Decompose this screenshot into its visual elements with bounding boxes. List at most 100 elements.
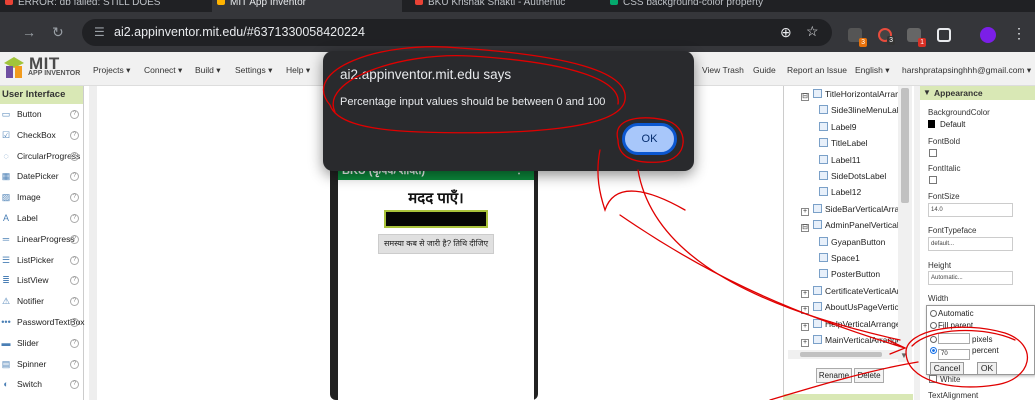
component-tree-item[interactable]: SideDotsLabel <box>819 168 898 184</box>
phone-heading[interactable]: मदद पाएँ। <box>338 188 534 208</box>
palette-item-notifier[interactable]: ⚠ Notifier? <box>0 291 83 312</box>
help-icon[interactable]: ? <box>70 338 79 348</box>
rename-button[interactable]: Rename <box>816 368 852 383</box>
height-input[interactable]: Automatic... <box>928 271 1013 285</box>
help-icon[interactable]: ? <box>70 172 79 182</box>
palette-item-image[interactable]: ▨ Image? <box>0 187 83 208</box>
help-icon[interactable]: ? <box>70 193 79 203</box>
scrollbar-thumb[interactable] <box>901 88 909 203</box>
font-italic-checkbox[interactable] <box>929 176 937 184</box>
help-icon[interactable]: ? <box>70 359 79 369</box>
component-tree-item[interactable]: + SideBarVerticalArrange <box>801 201 898 217</box>
palette-item-checkbox[interactable]: ☑ CheckBox? <box>0 125 83 146</box>
component-tree-item[interactable]: Label12 <box>819 184 898 200</box>
expand-toggle-icon[interactable]: + <box>801 322 809 331</box>
menu-build[interactable]: Build ▾ <box>195 65 221 76</box>
delete-button[interactable]: Delete <box>854 368 884 383</box>
palette-item-passwordtextbox[interactable]: ••• PasswordTextBox? <box>0 312 85 333</box>
browser-tab[interactable]: CSS background-color property <box>605 0 805 12</box>
component-tree-item[interactable]: + HelpVerticalArrangem <box>801 316 898 332</box>
component-tree-item[interactable]: PosterButton <box>819 266 898 282</box>
selected-component-box[interactable] <box>384 210 488 228</box>
palette-header[interactable]: User Interface <box>0 86 83 104</box>
font-size-input[interactable]: 14.0 <box>928 203 1013 217</box>
component-tree-item[interactable]: + MainVerticalArrange <box>801 332 898 348</box>
width-ok-button[interactable]: OK <box>977 362 997 375</box>
profile-avatar[interactable] <box>980 27 996 43</box>
radio-button[interactable] <box>930 322 937 329</box>
bookmark-star-icon[interactable]: ☆ <box>806 23 819 40</box>
width-fill-parent-option[interactable]: Fill parent <box>930 321 973 330</box>
component-tree-item[interactable]: Label9 <box>819 119 898 135</box>
menu-help[interactable]: Help ▾ <box>286 65 310 76</box>
scrollbar-thumb[interactable] <box>800 352 882 357</box>
width-percent-option[interactable]: 70 percent <box>930 346 999 360</box>
help-icon[interactable]: ? <box>70 380 79 390</box>
pixels-input[interactable] <box>938 333 970 344</box>
radio-button-selected[interactable] <box>930 347 937 354</box>
help-icon[interactable]: ? <box>70 317 79 327</box>
component-tree-item[interactable]: GyapanButton <box>819 234 898 250</box>
width-cancel-button[interactable]: Cancel <box>930 362 964 375</box>
components-scrollbar[interactable]: ▼ <box>898 86 912 362</box>
address-bar[interactable]: ☰ ai2.appinventor.mit.edu/#6371330058420… <box>82 19 832 46</box>
palette-item-switch[interactable]: ◐ Switch? <box>0 374 83 395</box>
color-swatch[interactable] <box>928 120 935 128</box>
browser-tab[interactable]: BKU Krishak Shakti - Authentic <box>410 0 595 12</box>
text-color-value[interactable]: White <box>940 375 960 384</box>
palette-item-listview[interactable]: ≣ ListView? <box>0 270 83 291</box>
site-info-icon[interactable]: ☰ <box>94 25 108 39</box>
appearance-header[interactable]: ▼ Appearance <box>920 86 1035 100</box>
menu-settings[interactable]: Settings ▾ <box>235 65 272 76</box>
forward-arrow-icon[interactable]: → <box>22 25 36 39</box>
font-typeface-input[interactable]: default... <box>928 237 1013 251</box>
puzzle-ext-icon[interactable]: 3 <box>848 28 867 47</box>
component-tree-item[interactable]: Side3lineMenuLab <box>819 102 898 118</box>
expand-toggle-icon[interactable]: + <box>801 339 809 347</box>
expand-toggle-icon[interactable]: + <box>801 207 809 216</box>
width-pixels-option[interactable]: pixels <box>930 333 992 344</box>
component-tree-item[interactable]: + CertificateVerticalArra <box>801 283 898 299</box>
date-question-button[interactable]: समस्या कब से जारी है? तिथि दीजिए <box>378 234 494 254</box>
properties-scrollbar[interactable] <box>914 86 920 400</box>
viewer-scrollbar[interactable] <box>89 86 97 400</box>
extensions-puzzle-icon[interactable] <box>937 28 951 42</box>
component-tree-item[interactable]: + AboutUsPageVertical <box>801 299 898 315</box>
help-icon[interactable]: ? <box>70 255 79 265</box>
help-icon[interactable]: ? <box>70 151 79 161</box>
expand-toggle-icon[interactable]: ⊟ <box>801 93 809 101</box>
expand-toggle-icon[interactable]: ⊟ <box>801 224 809 233</box>
menu-language[interactable]: English ▾ <box>855 65 890 76</box>
browser-tab[interactable]: ERROR: db failed: STILL DOES <box>0 0 200 12</box>
browser-tab-active[interactable]: MIT App Inventor <box>212 0 402 12</box>
palette-item-linearprogress[interactable]: ═ LinearProgress? <box>0 229 83 250</box>
menu-projects[interactable]: Projects ▾ <box>93 65 130 76</box>
component-tree-item[interactable]: TitleLabel <box>819 135 898 151</box>
expand-toggle-icon[interactable]: + <box>801 306 809 315</box>
help-icon[interactable]: ? <box>70 130 79 140</box>
palette-item-slider[interactable]: ▬ Slider? <box>0 333 83 354</box>
component-tree-item[interactable]: ⊟ TitleHorizontalArrang <box>801 86 898 102</box>
palette-item-spinner[interactable]: ▤ Spinner? <box>0 354 83 375</box>
menu-account[interactable]: harshpratapsinghhh@gmail.com ▾ <box>902 65 1031 76</box>
percent-input[interactable]: 70 <box>938 349 970 360</box>
component-tree-item[interactable]: Label11 <box>819 152 898 168</box>
palette-item-button[interactable]: ▭ Button? <box>0 104 83 125</box>
c-ext-icon[interactable]: 3 <box>878 28 895 45</box>
component-tree-item[interactable]: ⊟ AdminPanelVertical <box>801 217 898 233</box>
background-color-value[interactable]: Default <box>940 120 965 129</box>
screen-ext-icon[interactable]: 1 <box>907 28 926 47</box>
palette-item-datepicker[interactable]: ▦ DatePicker? <box>0 166 83 187</box>
components-horizontal-scrollbar[interactable] <box>788 350 898 359</box>
zoom-icon[interactable]: ⊕ <box>780 24 792 41</box>
menu-connect[interactable]: Connect ▾ <box>144 65 182 76</box>
expand-toggle-icon[interactable]: + <box>801 289 809 298</box>
link-report-issue[interactable]: Report an Issue <box>787 65 847 75</box>
font-bold-checkbox[interactable] <box>929 149 937 157</box>
text-color-swatch[interactable] <box>929 375 937 383</box>
width-automatic-option[interactable]: Automatic <box>930 309 974 318</box>
reload-icon[interactable]: ↻ <box>52 25 64 39</box>
palette-item-listpicker[interactable]: ☰ ListPicker? <box>0 250 83 271</box>
link-view-trash[interactable]: View Trash <box>702 65 744 75</box>
radio-button[interactable] <box>930 310 937 317</box>
